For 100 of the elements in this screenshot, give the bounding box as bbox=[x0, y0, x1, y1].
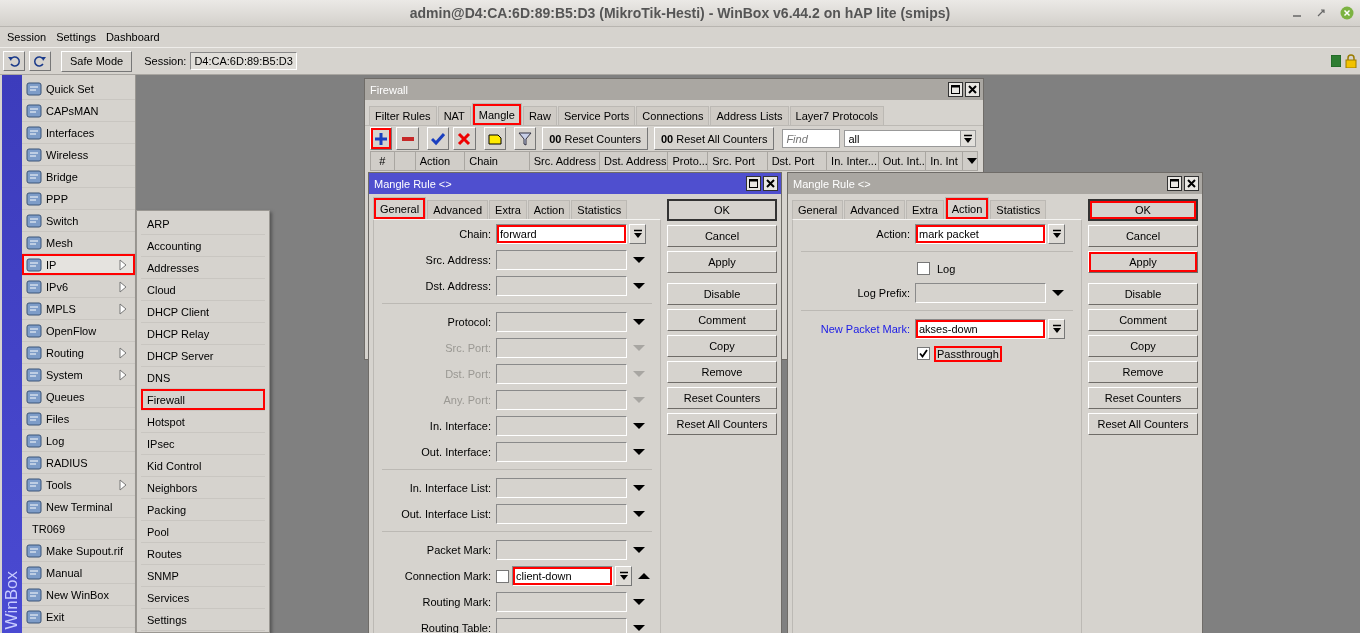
dialog-button[interactable]: Comment bbox=[1088, 309, 1198, 331]
dropdown-arrow-icon[interactable] bbox=[633, 283, 645, 289]
tab[interactable]: Action bbox=[527, 200, 571, 219]
sidebar-item[interactable]: New WinBox bbox=[22, 584, 135, 606]
column-header[interactable]: Src. Port bbox=[708, 152, 768, 170]
checkbox[interactable] bbox=[496, 569, 509, 583]
tab[interactable]: Layer7 Protocols bbox=[789, 106, 885, 125]
reset-counters-button[interactable]: 00 Reset Counters bbox=[542, 127, 648, 150]
dialog-button[interactable]: Copy bbox=[1088, 335, 1198, 357]
menu-item[interactable]: Settings bbox=[141, 609, 265, 631]
tab[interactable]: General bbox=[373, 197, 427, 219]
maximize-button[interactable] bbox=[746, 176, 761, 191]
sort-arrow-icon[interactable] bbox=[967, 158, 977, 164]
menu-item[interactable]: DNS bbox=[141, 367, 265, 389]
column-header[interactable]: Dst. Port bbox=[767, 152, 828, 170]
dropdown-arrow-icon[interactable] bbox=[633, 547, 645, 553]
disable-button[interactable] bbox=[453, 127, 476, 150]
tab[interactable]: Connections bbox=[636, 106, 710, 125]
menu-item[interactable]: Dashboard bbox=[100, 29, 165, 45]
tab[interactable]: Advanced bbox=[427, 200, 489, 219]
dialog-button[interactable]: Comment bbox=[667, 309, 777, 331]
dialog-button[interactable]: Cancel bbox=[667, 225, 777, 247]
dialog-button[interactable]: OK bbox=[1088, 199, 1198, 221]
sidebar-item[interactable]: Tools bbox=[22, 474, 135, 496]
sidebar-item[interactable]: PPP bbox=[22, 188, 135, 210]
column-header[interactable]: Proto... bbox=[668, 152, 709, 170]
menu-item[interactable]: ARP bbox=[141, 213, 265, 235]
input-field[interactable] bbox=[496, 592, 627, 612]
sidebar-item[interactable]: New Terminal bbox=[22, 496, 135, 518]
close-button[interactable] bbox=[1184, 176, 1199, 191]
sidebar-item[interactable]: Switch bbox=[22, 210, 135, 232]
input-field[interactable] bbox=[496, 416, 627, 436]
tab[interactable]: Filter Rules bbox=[369, 106, 437, 125]
input-field[interactable] bbox=[915, 283, 1046, 303]
input-field[interactable]: akses-down bbox=[915, 319, 1046, 339]
dropdown-arrow-icon[interactable] bbox=[1052, 290, 1064, 296]
maximize-button[interactable] bbox=[948, 82, 963, 97]
dropdown-arrow-icon[interactable] bbox=[633, 423, 645, 429]
tab[interactable]: Raw bbox=[522, 106, 557, 125]
input-field[interactable]: client-down bbox=[512, 566, 613, 586]
checkbox[interactable] bbox=[917, 347, 930, 360]
sidebar-item[interactable]: RADIUS bbox=[22, 452, 135, 474]
close-button[interactable] bbox=[965, 82, 980, 97]
menu-item[interactable]: Firewall bbox=[141, 389, 265, 411]
menu-item[interactable]: Neighbors bbox=[141, 477, 265, 499]
menu-item[interactable]: Cloud bbox=[141, 279, 265, 301]
tab[interactable]: Service Ports bbox=[557, 106, 636, 125]
input-field[interactable]: forward bbox=[496, 224, 627, 244]
dropdown-arrow-icon[interactable] bbox=[633, 625, 645, 631]
maximize-button[interactable] bbox=[1167, 176, 1182, 191]
safe-mode-button[interactable]: Safe Mode bbox=[61, 50, 133, 72]
sidebar-item[interactable]: MPLS bbox=[22, 298, 135, 320]
tab[interactable]: Statistics bbox=[571, 200, 628, 219]
add-button[interactable] bbox=[370, 127, 393, 150]
up-arrow-icon[interactable] bbox=[638, 573, 650, 579]
tab[interactable]: Advanced bbox=[844, 200, 906, 219]
dialog-button[interactable]: Apply bbox=[667, 251, 777, 273]
tab[interactable]: NAT bbox=[437, 106, 471, 125]
menu-item[interactable]: Routes bbox=[141, 543, 265, 565]
tab[interactable]: Extra bbox=[906, 200, 944, 219]
dialog-button[interactable]: OK bbox=[667, 199, 777, 221]
dialog-button[interactable]: Copy bbox=[667, 335, 777, 357]
reset-counters-button[interactable]: 00 Reset All Counters bbox=[654, 127, 775, 150]
tab[interactable]: Extra bbox=[489, 200, 527, 219]
dropdown-arrow-icon[interactable] bbox=[633, 449, 645, 455]
sidebar-item[interactable]: Bridge bbox=[22, 166, 135, 188]
dialog-button[interactable]: Disable bbox=[667, 283, 777, 305]
dialog-button[interactable]: Remove bbox=[667, 361, 777, 383]
dropdown-button[interactable] bbox=[1048, 224, 1065, 244]
sidebar-item[interactable]: Queues bbox=[22, 386, 135, 408]
sidebar-item[interactable]: Quick Set bbox=[22, 78, 135, 100]
menu-item[interactable]: SNMP bbox=[141, 565, 265, 587]
dialog-button[interactable]: Reset Counters bbox=[1088, 387, 1198, 409]
search-field[interactable]: Find bbox=[782, 129, 841, 148]
input-field[interactable] bbox=[496, 540, 627, 560]
column-header[interactable]: Out. Int... bbox=[878, 152, 927, 170]
menu-item[interactable]: Accounting bbox=[141, 235, 265, 257]
close-button[interactable] bbox=[763, 176, 778, 191]
input-field[interactable]: mark packet bbox=[915, 224, 1046, 244]
menu-item[interactable]: Services bbox=[141, 587, 265, 609]
dialog-button[interactable]: Reset All Counters bbox=[667, 413, 777, 435]
dialog-button[interactable]: Cancel bbox=[1088, 225, 1198, 247]
column-header[interactable]: In. Inter... bbox=[827, 152, 879, 170]
menu-item[interactable]: DHCP Server bbox=[141, 345, 265, 367]
dialog-button[interactable]: Apply bbox=[1088, 251, 1198, 273]
sidebar-item[interactable]: Interfaces bbox=[22, 122, 135, 144]
enable-button[interactable] bbox=[426, 127, 450, 150]
dialog-button[interactable]: Disable bbox=[1088, 283, 1198, 305]
menu-item[interactable]: Packing bbox=[141, 499, 265, 521]
dropdown-arrow-icon[interactable] bbox=[633, 599, 645, 605]
sidebar-item[interactable]: CAPsMAN bbox=[22, 100, 135, 122]
dropdown-button[interactable] bbox=[1048, 319, 1065, 339]
dialog-button[interactable]: Remove bbox=[1088, 361, 1198, 383]
input-field[interactable] bbox=[496, 276, 627, 296]
sidebar-item[interactable]: IPv6 bbox=[22, 276, 135, 298]
menu-item[interactable]: IPsec bbox=[141, 433, 265, 455]
column-header[interactable]: Chain bbox=[465, 152, 530, 170]
sidebar-item[interactable]: Manual bbox=[22, 562, 135, 584]
dialog-button[interactable]: Reset Counters bbox=[667, 387, 777, 409]
input-field[interactable] bbox=[496, 250, 627, 270]
